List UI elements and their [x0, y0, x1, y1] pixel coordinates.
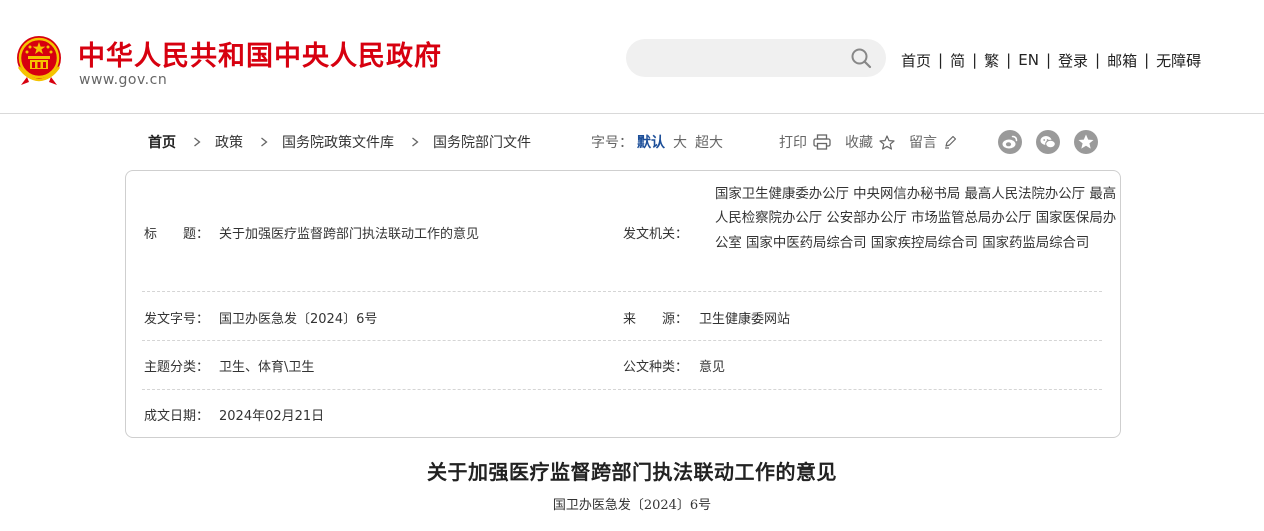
- breadcrumb-department-docs[interactable]: 国务院部门文件: [433, 132, 531, 152]
- issuer-value: 国家卫生健康委办公厅 中央网信办秘书局 最高人民法院办公厅 最高人民检察院办公厅…: [715, 187, 1117, 251]
- title-value: 关于加强医疗监督跨部门执法联动工作的意见: [219, 227, 480, 242]
- doc-number-value: 国卫办医急发〔2024〕6号: [219, 312, 378, 327]
- wechat-icon[interactable]: [1036, 130, 1060, 154]
- nav-accessibility[interactable]: 无障碍: [1149, 50, 1208, 71]
- top-nav: 首页 | 简 | 繁 | EN | 登录 | 邮箱 | 无障碍: [894, 49, 1208, 71]
- date-label: 成文日期：: [144, 409, 210, 424]
- font-size-default[interactable]: 默认: [637, 132, 665, 152]
- site-title[interactable]: 中华人民共和国中央人民政府: [78, 34, 442, 73]
- site-header: 中华人民共和国中央人民政府 www.gov.cn 首页 | 简 | 繁 | EN…: [0, 0, 1264, 114]
- font-size-label: 字号：: [591, 135, 633, 151]
- search-icon[interactable]: [850, 47, 872, 69]
- comment-label: 留言: [909, 135, 937, 151]
- nav-traditional[interactable]: 繁: [977, 50, 1006, 71]
- breadcrumb: 首页 政策 国务院政策文件库 国务院部门文件: [148, 131, 531, 153]
- nav-mail[interactable]: 邮箱: [1100, 50, 1144, 71]
- document-number: 国卫办医急发〔2024〕6号: [552, 498, 712, 513]
- font-size-xlarge[interactable]: 超大: [695, 132, 723, 152]
- issuer-label: 发文机关：: [623, 227, 689, 242]
- nav-english[interactable]: EN: [1011, 51, 1046, 69]
- weibo-icon[interactable]: [998, 130, 1022, 154]
- chevron-right-icon: [412, 137, 419, 147]
- topic-label: 主题分类：: [144, 360, 210, 375]
- national-emblem-icon[interactable]: [13, 33, 65, 87]
- print-label: 打印: [779, 135, 807, 151]
- favorite-button[interactable]: 收藏: [845, 132, 895, 152]
- print-button[interactable]: 打印: [779, 132, 831, 152]
- doc-number-label: 发文字号：: [144, 312, 210, 327]
- breadcrumb-policy[interactable]: 政策: [215, 132, 243, 152]
- info-row-title: 标 题： 关于加强医疗监督跨部门执法联动工作的意见 发文机关： 国家卫生健康委办…: [142, 171, 1116, 292]
- info-row-docno: 发文字号： 国卫办医急发〔2024〕6号 来 源： 卫生健康委网站: [142, 292, 1102, 341]
- doc-type-value: 意见: [699, 360, 726, 375]
- source-value: 卫生健康委网站: [699, 312, 791, 327]
- chevron-right-icon: [261, 137, 268, 147]
- info-row-date: 成文日期： 2024年02月21日: [142, 390, 1102, 438]
- info-row-topic: 主题分类： 卫生、体育\卫生 公文种类： 意见: [142, 341, 1102, 390]
- favorite-label: 收藏: [845, 135, 873, 151]
- font-size-large[interactable]: 大: [673, 132, 687, 152]
- doc-type-label: 公文种类：: [623, 360, 689, 375]
- pencil-icon: [945, 135, 957, 149]
- breadcrumb-home[interactable]: 首页: [148, 132, 176, 152]
- title-label: 标 题：: [144, 227, 210, 242]
- chevron-right-icon: [194, 137, 201, 147]
- nav-home[interactable]: 首页: [894, 50, 938, 71]
- qzone-icon[interactable]: [1074, 130, 1098, 154]
- search-input[interactable]: [626, 39, 886, 77]
- document-title: 关于加强医疗监督跨部门执法联动工作的意见: [427, 460, 837, 484]
- star-icon: [879, 134, 895, 150]
- topic-value: 卫生、体育\卫生: [219, 360, 315, 375]
- comment-button[interactable]: 留言: [909, 132, 957, 152]
- date-value: 2024年02月21日: [219, 409, 325, 424]
- breadcrumb-policy-library[interactable]: 国务院政策文件库: [282, 132, 394, 152]
- page-tools: 字号： 默认 大 超大 打印 收藏 留言: [591, 131, 957, 153]
- nav-login[interactable]: 登录: [1051, 50, 1095, 71]
- document-info-table: 标 题： 关于加强医疗监督跨部门执法联动工作的意见 发文机关： 国家卫生健康委办…: [125, 170, 1121, 438]
- site-domain: www.gov.cn: [79, 72, 168, 88]
- source-label: 来 源：: [623, 312, 689, 327]
- printer-icon: [813, 134, 831, 150]
- nav-simplified[interactable]: 简: [943, 50, 972, 71]
